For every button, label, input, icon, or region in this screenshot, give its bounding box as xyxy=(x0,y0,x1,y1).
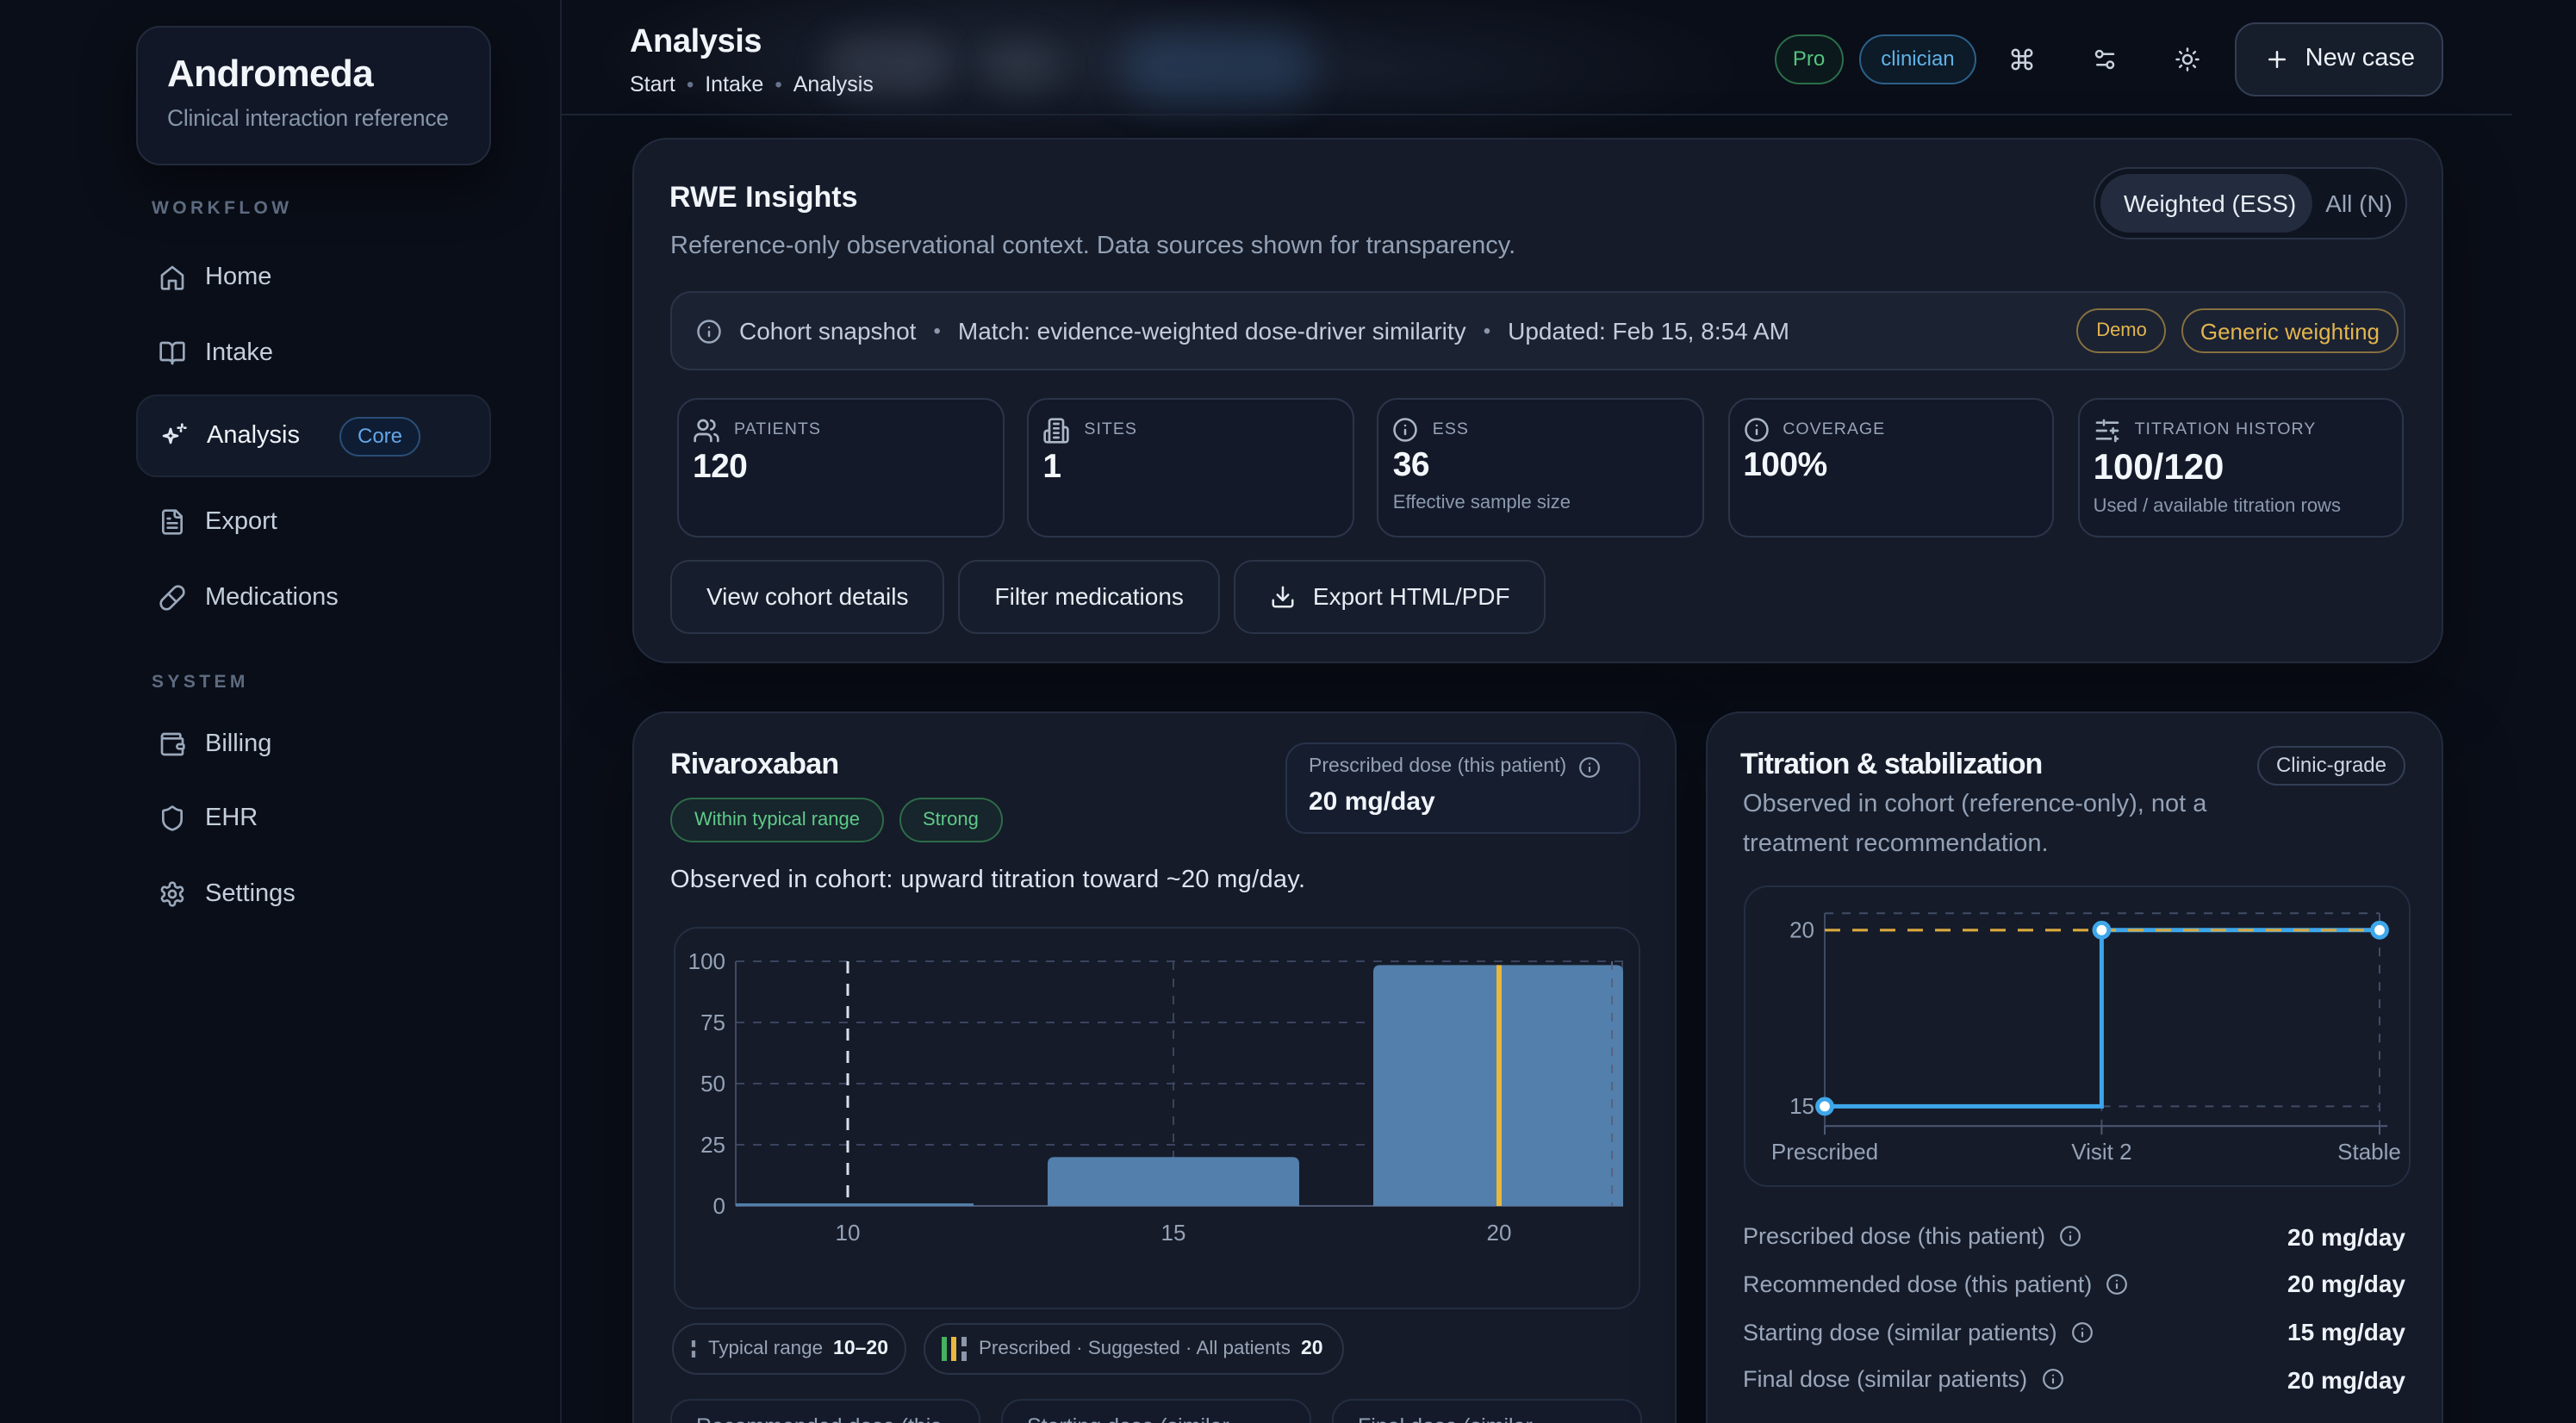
svg-text:20: 20 xyxy=(1789,917,1814,943)
svg-text:100: 100 xyxy=(688,948,725,974)
svg-text:20: 20 xyxy=(1487,1220,1512,1246)
svg-text:25: 25 xyxy=(700,1132,725,1158)
svg-text:10: 10 xyxy=(836,1220,861,1246)
svg-text:75: 75 xyxy=(700,1010,725,1035)
svg-text:0: 0 xyxy=(713,1193,725,1219)
svg-text:50: 50 xyxy=(700,1071,725,1097)
svg-text:Prescribed: Prescribed xyxy=(1770,1139,1877,1165)
svg-text:Visit 2: Visit 2 xyxy=(2070,1139,2131,1165)
svg-text:15: 15 xyxy=(1789,1093,1814,1119)
svg-text:Stable: Stable xyxy=(2336,1139,2400,1165)
svg-text:15: 15 xyxy=(1161,1220,1186,1246)
